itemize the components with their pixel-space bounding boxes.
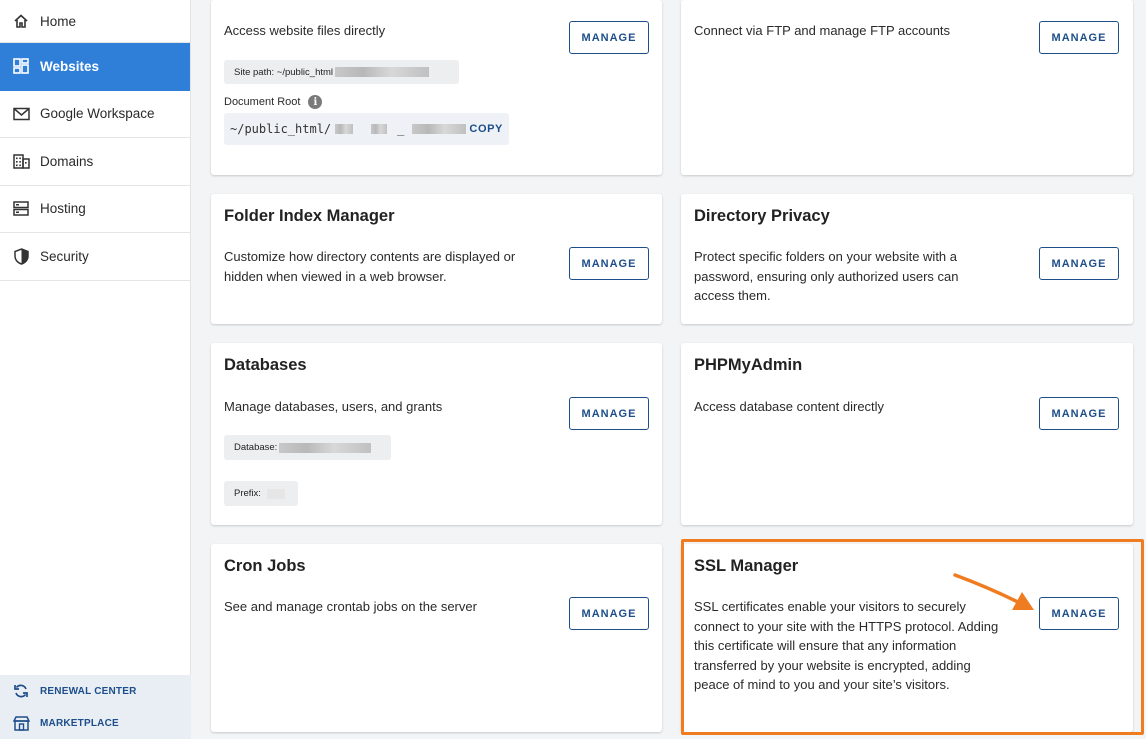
ftp-manage-button[interactable]: MANAGE [1039, 21, 1119, 54]
sidebar-item-google-workspace[interactable]: Google Workspace [0, 91, 190, 138]
home-icon [12, 12, 30, 30]
redacted-domain-part [412, 124, 467, 134]
card-description: Connect via FTP and manage FTP accounts [694, 23, 951, 38]
server-icon [12, 200, 30, 218]
sidebar-item-label: Home [40, 13, 77, 29]
databases-card: Databases Manage databases, users, and g… [211, 343, 662, 525]
prefix-label: Prefix: [234, 488, 261, 499]
redacted-site-path [335, 67, 430, 77]
redacted-prefix [266, 488, 285, 499]
card-description: SSL certificates enable your visitors to… [694, 599, 999, 692]
document-root-separator: _ [397, 122, 405, 136]
sidebar-item-hosting[interactable]: Hosting [0, 186, 190, 233]
directory-privacy-manage-button[interactable]: MANAGE [1039, 247, 1119, 280]
renewal-center-link[interactable]: RENEWAL CENTER [0, 675, 191, 707]
sidebar-item-domains[interactable]: Domains [0, 138, 190, 186]
store-icon [12, 714, 30, 732]
database-label: Database: [234, 442, 278, 453]
file-manager-card: Access website files directly MANAGE Sit… [211, 0, 662, 175]
mail-icon [12, 105, 30, 123]
copy-document-root-button[interactable]: COPY [469, 123, 503, 135]
card-description: Manage databases, users, and grants [224, 399, 443, 414]
sidebar-item-label: Hosting [40, 201, 86, 217]
databases-manage-button[interactable]: MANAGE [569, 397, 649, 430]
card-description: Protect specific folders on your website… [694, 249, 959, 303]
document-root-value: ~/public_html/ [230, 122, 332, 136]
ftp-card: Connect via FTP and manage FTP accounts … [681, 0, 1133, 175]
marketplace-label: MARKETPLACE [40, 717, 119, 729]
sidebar-item-label: Websites [40, 58, 100, 74]
file-manager-manage-button[interactable]: MANAGE [569, 21, 649, 54]
card-description: See and manage crontab jobs on the serve… [224, 599, 477, 614]
redacted-domain-part [335, 124, 354, 134]
site-path-chip: Site path: ~/public_html [224, 60, 459, 84]
info-icon[interactable]: i [308, 95, 323, 109]
cron-jobs-manage-button[interactable]: MANAGE [569, 597, 649, 630]
sidebar-item-label: Google Workspace [40, 106, 155, 122]
phpmyadmin-manage-button[interactable]: MANAGE [1039, 397, 1119, 430]
document-root-field: ~/public_html/ _ COPY [224, 113, 509, 145]
card-title: Databases [224, 356, 307, 374]
redacted-domain-part [371, 124, 388, 134]
sidebar-bottom-links: RENEWAL CENTER MARKETPLACE [0, 675, 191, 739]
domains-building-icon [12, 152, 30, 170]
redacted-database-name [279, 442, 372, 453]
sidebar-item-home[interactable]: Home [0, 0, 190, 43]
site-path-label: Site path: ~/public_html [234, 66, 334, 78]
shield-icon [12, 247, 30, 265]
sidebar-item-websites[interactable]: Websites [0, 43, 190, 91]
directory-privacy-card: Directory Privacy Protect specific folde… [681, 194, 1133, 324]
folder-index-manager-card: Folder Index Manager Customize how direc… [211, 194, 662, 324]
phpmyadmin-card: PHPMyAdmin Access database content direc… [681, 343, 1133, 525]
database-name-chip: Database: [224, 435, 391, 460]
document-root-label: Document Root i [224, 95, 323, 109]
ssl-manager-card: SSL Manager SSL certificates enable your… [681, 544, 1133, 732]
renewal-center-label: RENEWAL CENTER [40, 685, 137, 697]
card-title: SSL Manager [694, 557, 799, 575]
card-title: Directory Privacy [694, 207, 830, 225]
card-title: Folder Index Manager [224, 207, 395, 225]
marketplace-link[interactable]: MARKETPLACE [0, 707, 191, 739]
refresh-icon [12, 682, 30, 700]
ssl-manager-manage-button[interactable]: MANAGE [1039, 597, 1119, 630]
card-description: Customize how directory contents are dis… [224, 249, 516, 284]
card-title: Cron Jobs [224, 557, 306, 575]
sidebar-item-security[interactable]: Security [0, 233, 190, 281]
sidebar-item-label: Security [40, 248, 89, 264]
sidebar: Home Websites Google Workspace Domains H… [0, 0, 191, 739]
websites-grid-icon [12, 57, 30, 75]
card-description: Access website files directly [224, 23, 386, 38]
card-title: PHPMyAdmin [694, 356, 803, 374]
prefix-chip: Prefix: [224, 481, 298, 506]
sidebar-item-label: Domains [40, 153, 94, 169]
folder-index-manage-button[interactable]: MANAGE [569, 247, 649, 280]
cron-jobs-card: Cron Jobs See and manage crontab jobs on… [211, 544, 662, 732]
card-description: Access database content directly [694, 399, 885, 414]
